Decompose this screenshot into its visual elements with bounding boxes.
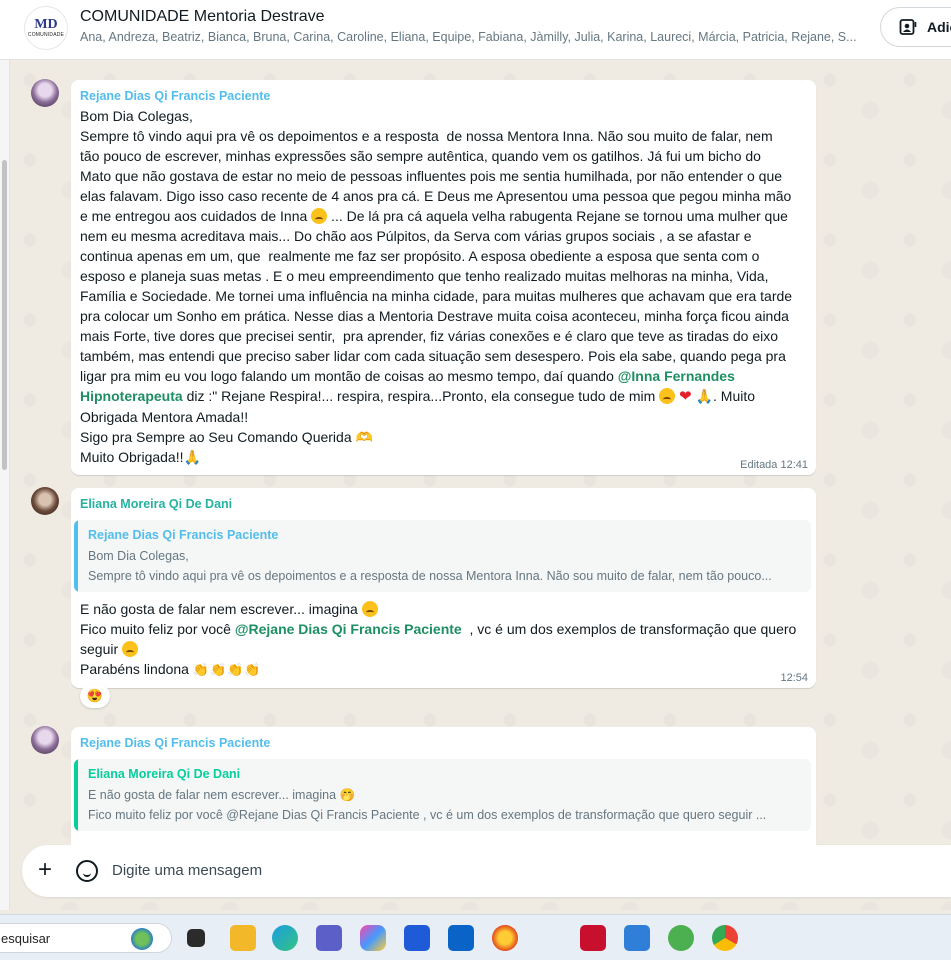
heart-hands-icon: 🫶 [355, 429, 373, 445]
message-text-part: Fico muito feliz por você [80, 621, 235, 637]
search-highlight-icon [131, 928, 153, 950]
message-text: E não gosta de falar nem escrever... ima… [80, 599, 810, 680]
group-name[interactable]: COMUNIDADE Mentoria Destrave [80, 8, 325, 26]
page-scrollbar-thumb[interactable] [2, 160, 7, 470]
pleading-face-icon [311, 208, 328, 224]
red-heart-icon: ❤ [679, 388, 692, 405]
avatar[interactable] [31, 726, 59, 754]
message-bubble[interactable]: Eliana Moreira Qi De Dani Rejane Dias Qi… [71, 488, 816, 688]
message-text: Bom Dia Colegas, Sempre tô vindo aqui pr… [80, 106, 810, 467]
message-input[interactable]: Digite uma mensagem [112, 862, 262, 879]
quote-text: Bom Dia Colegas, [88, 549, 189, 563]
mention-link[interactable]: @Rejane Dias Qi Francis Paciente [235, 621, 462, 637]
message-sender[interactable]: Eliana Moreira Qi De Dani [80, 497, 232, 511]
message-bubble[interactable]: Rejane Dias Qi Francis Paciente Eliana M… [71, 727, 816, 857]
outlook-icon[interactable] [448, 925, 474, 951]
group-members[interactable]: Ana, Andreza, Beatriz, Bianca, Bruna, Ca… [80, 30, 860, 44]
taskbar-search-text: esquisar [1, 931, 51, 946]
quote-bar [74, 759, 78, 831]
message-time: Editada 12:41 [740, 459, 808, 471]
chrome-icon[interactable] [712, 925, 738, 951]
quote-text: E não gosta de falar nem escrever... ima… [88, 788, 356, 802]
sticker-icon[interactable] [76, 860, 98, 882]
folded-hands-icon: 🙏 [695, 388, 714, 404]
quote-sender: Eliana Moreira Qi De Dani [88, 767, 241, 781]
message-reaction[interactable]: 😍 [80, 684, 110, 708]
face-with-hand-over-mouth-icon [361, 601, 378, 617]
message-text-part: E não gosta de falar nem escrever... ima… [80, 601, 362, 617]
smiling-face-with-hearts-icon [122, 641, 139, 657]
group-avatar[interactable]: MD COMUNIDADE [24, 6, 68, 50]
quote-text: Fico muito feliz por você @Rejane Dias Q… [88, 808, 767, 822]
copilot-icon[interactable] [360, 925, 386, 951]
teams-icon[interactable] [316, 925, 342, 951]
add-contact-icon [899, 19, 917, 35]
message-text-part: ... De lá pra cá aquela velha rabugenta … [80, 208, 793, 384]
taskbar-search[interactable]: esquisar [0, 923, 172, 953]
edge-icon[interactable] [272, 925, 298, 951]
message-time: 12:54 [780, 672, 808, 684]
task-view-icon[interactable] [187, 929, 205, 947]
message-text-part: Muito Obrigada!! [80, 449, 184, 465]
file-explorer-icon[interactable] [230, 925, 256, 951]
app-store-icon[interactable] [404, 925, 430, 951]
attach-plus-icon[interactable]: + [38, 857, 52, 883]
cloud-app-icon[interactable] [668, 925, 694, 951]
taskbar: esquisar [0, 914, 951, 960]
group-logo-mark: MD [34, 17, 58, 32]
pleading-face-icon [659, 388, 676, 404]
avatar[interactable] [31, 487, 59, 515]
message-text-part: diz :" Rejane Respira!... respira, respi… [182, 388, 660, 404]
quoted-message[interactable]: Eliana Moreira Qi De Dani E não gosta de… [74, 759, 811, 831]
chat-header[interactable]: MD COMUNIDADE COMUNIDADE Mentoria Destra… [0, 0, 951, 60]
quoted-message[interactable]: Rejane Dias Qi Francis Paciente Bom Dia … [74, 520, 811, 592]
store-icon[interactable] [624, 925, 650, 951]
mcafee-icon[interactable] [580, 925, 606, 951]
message-text-part: Bom Dia Colegas, Sempre tô vindo aqui pr… [80, 108, 792, 224]
add-member-button[interactable]: Adic [880, 7, 951, 47]
firefox-icon[interactable] [492, 925, 518, 951]
clapping-hands-icon: 👏👏👏👏 [192, 662, 262, 677]
group-logo-sub: COMUNIDADE [27, 32, 65, 38]
quote-bar [74, 520, 78, 592]
quote-sender: Rejane Dias Qi Francis Paciente [88, 528, 279, 542]
message-sender[interactable]: Rejane Dias Qi Francis Paciente [80, 736, 270, 750]
message-text-part: Parabéns lindona [80, 661, 193, 677]
message-composer[interactable]: + Digite uma mensagem [22, 845, 951, 897]
folded-hands-icon: 🙏 [183, 449, 201, 465]
message-sender[interactable]: Rejane Dias Qi Francis Paciente [80, 89, 270, 103]
add-member-label: Adic [927, 19, 951, 35]
avatar[interactable] [31, 79, 59, 107]
chat-area: Rejane Dias Qi Francis Paciente Bom Dia … [10, 60, 951, 910]
quote-text: Sempre tô vindo aqui pra vê os depoiment… [88, 569, 772, 583]
message-bubble[interactable]: Rejane Dias Qi Francis Paciente Bom Dia … [71, 80, 816, 475]
